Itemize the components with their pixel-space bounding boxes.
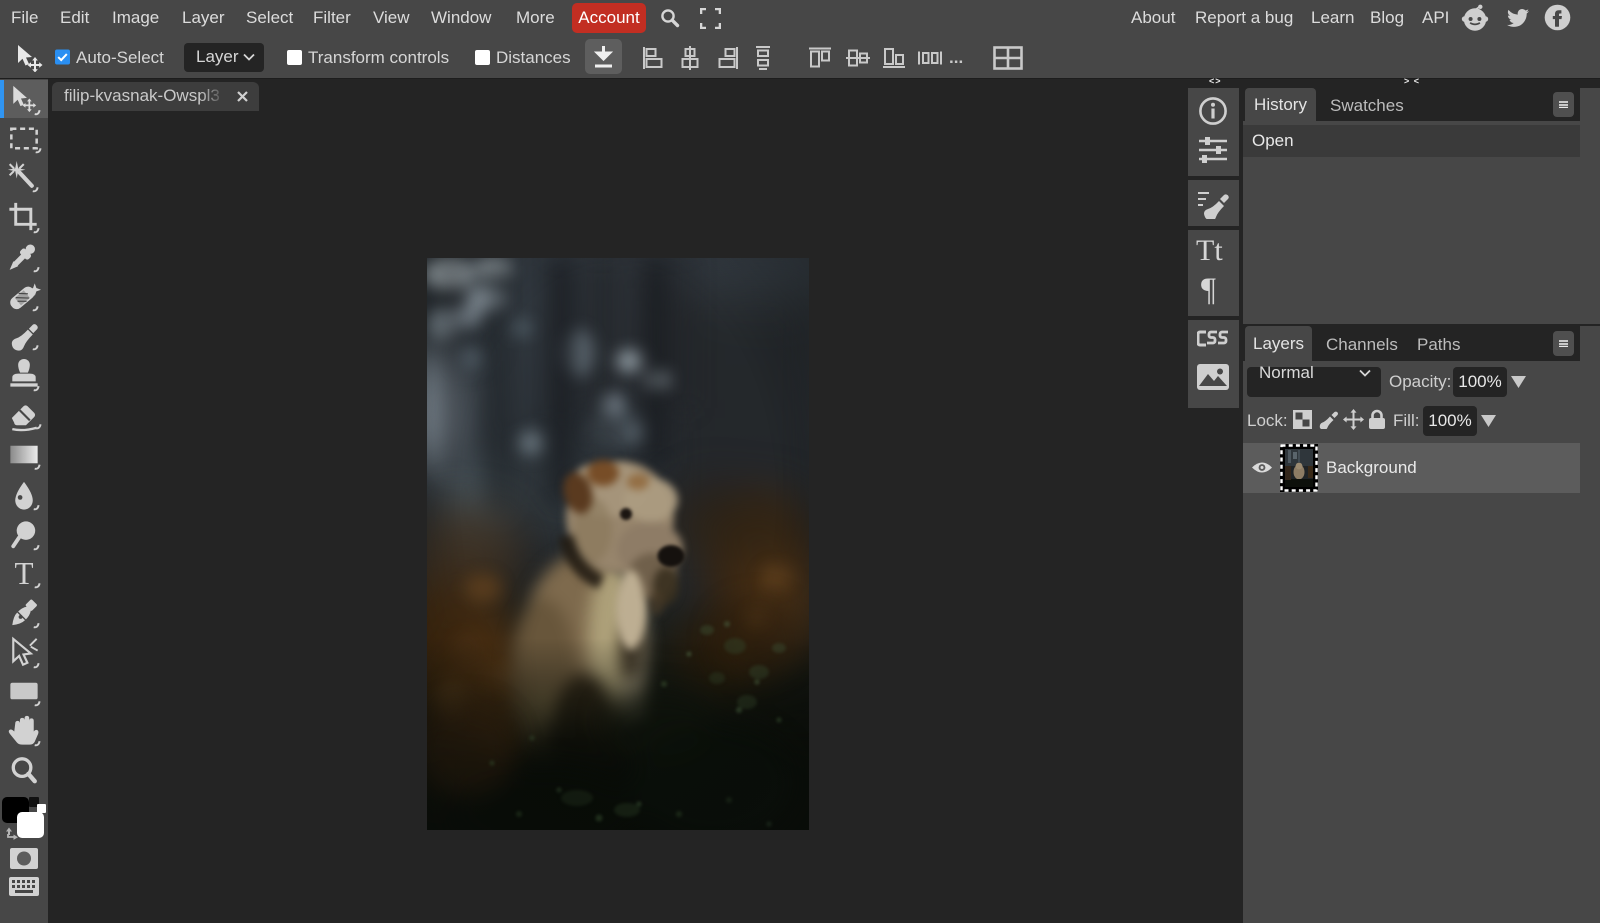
svg-text:T: T	[14, 556, 33, 591]
svg-text:...: ...	[949, 48, 963, 67]
